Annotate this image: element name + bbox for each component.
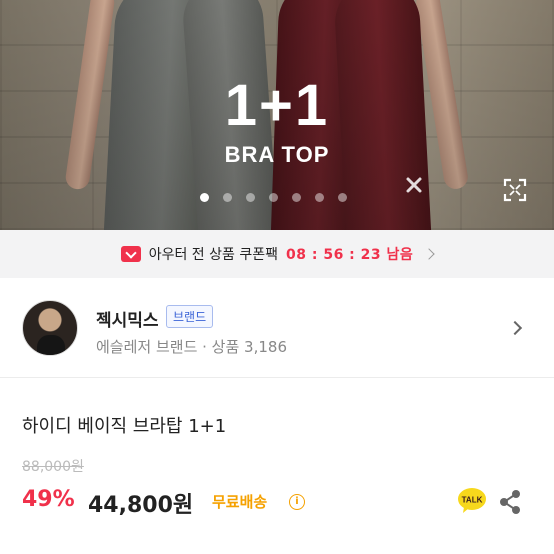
- svg-text:TALK: TALK: [462, 496, 483, 505]
- coupon-banner[interactable]: 아우터 전 상품 쿠폰팩 08 : 56 : 23 남음: [0, 230, 554, 278]
- product-title: 하이디 베이직 브라탑 1+1: [22, 416, 227, 437]
- carousel-indicator: [200, 193, 347, 202]
- info-icon[interactable]: i: [289, 494, 305, 510]
- coupon-icon: [120, 246, 141, 262]
- sale-price: 44,800원: [88, 493, 194, 518]
- expand-icon[interactable]: [502, 177, 528, 203]
- shop-meta: 에슬레저 브랜드 · 상품 3,186: [96, 338, 287, 356]
- chevron-right-icon[interactable]: [507, 320, 523, 336]
- hero-title: 1+1: [224, 73, 330, 138]
- free-shipping-label: 무료배송: [212, 493, 268, 511]
- shop-avatar[interactable]: [22, 300, 78, 356]
- chevron-right-icon: [423, 248, 435, 260]
- product-image-carousel[interactable]: 1+1 BRA TOP: [0, 0, 554, 230]
- carousel-dot[interactable]: [292, 193, 301, 202]
- brand-logo-icon: [406, 177, 422, 193]
- avatar-figure: [37, 335, 65, 355]
- original-price: 88,000원: [22, 459, 84, 475]
- discount-rate: 49%: [22, 487, 75, 512]
- carousel-dot[interactable]: [223, 193, 232, 202]
- carousel-dot[interactable]: [269, 193, 278, 202]
- coupon-timer: 08 : 56 : 23 남음: [286, 247, 414, 263]
- carousel-dot[interactable]: [315, 193, 324, 202]
- share-icon[interactable]: [497, 488, 523, 516]
- coupon-label: 아우터 전 상품 쿠폰팩: [148, 247, 278, 263]
- shop-info-row[interactable]: 젝시믹스 브랜드 에슬레저 브랜드 · 상품 3,186: [0, 278, 554, 378]
- kakaotalk-icon[interactable]: TALK: [457, 487, 487, 515]
- carousel-dot[interactable]: [200, 193, 209, 202]
- hero-subtitle: BRA TOP: [224, 142, 330, 167]
- brand-badge: 브랜드: [166, 305, 214, 328]
- carousel-dot[interactable]: [338, 193, 347, 202]
- carousel-dot[interactable]: [246, 193, 255, 202]
- shop-name[interactable]: 젝시믹스: [96, 306, 159, 331]
